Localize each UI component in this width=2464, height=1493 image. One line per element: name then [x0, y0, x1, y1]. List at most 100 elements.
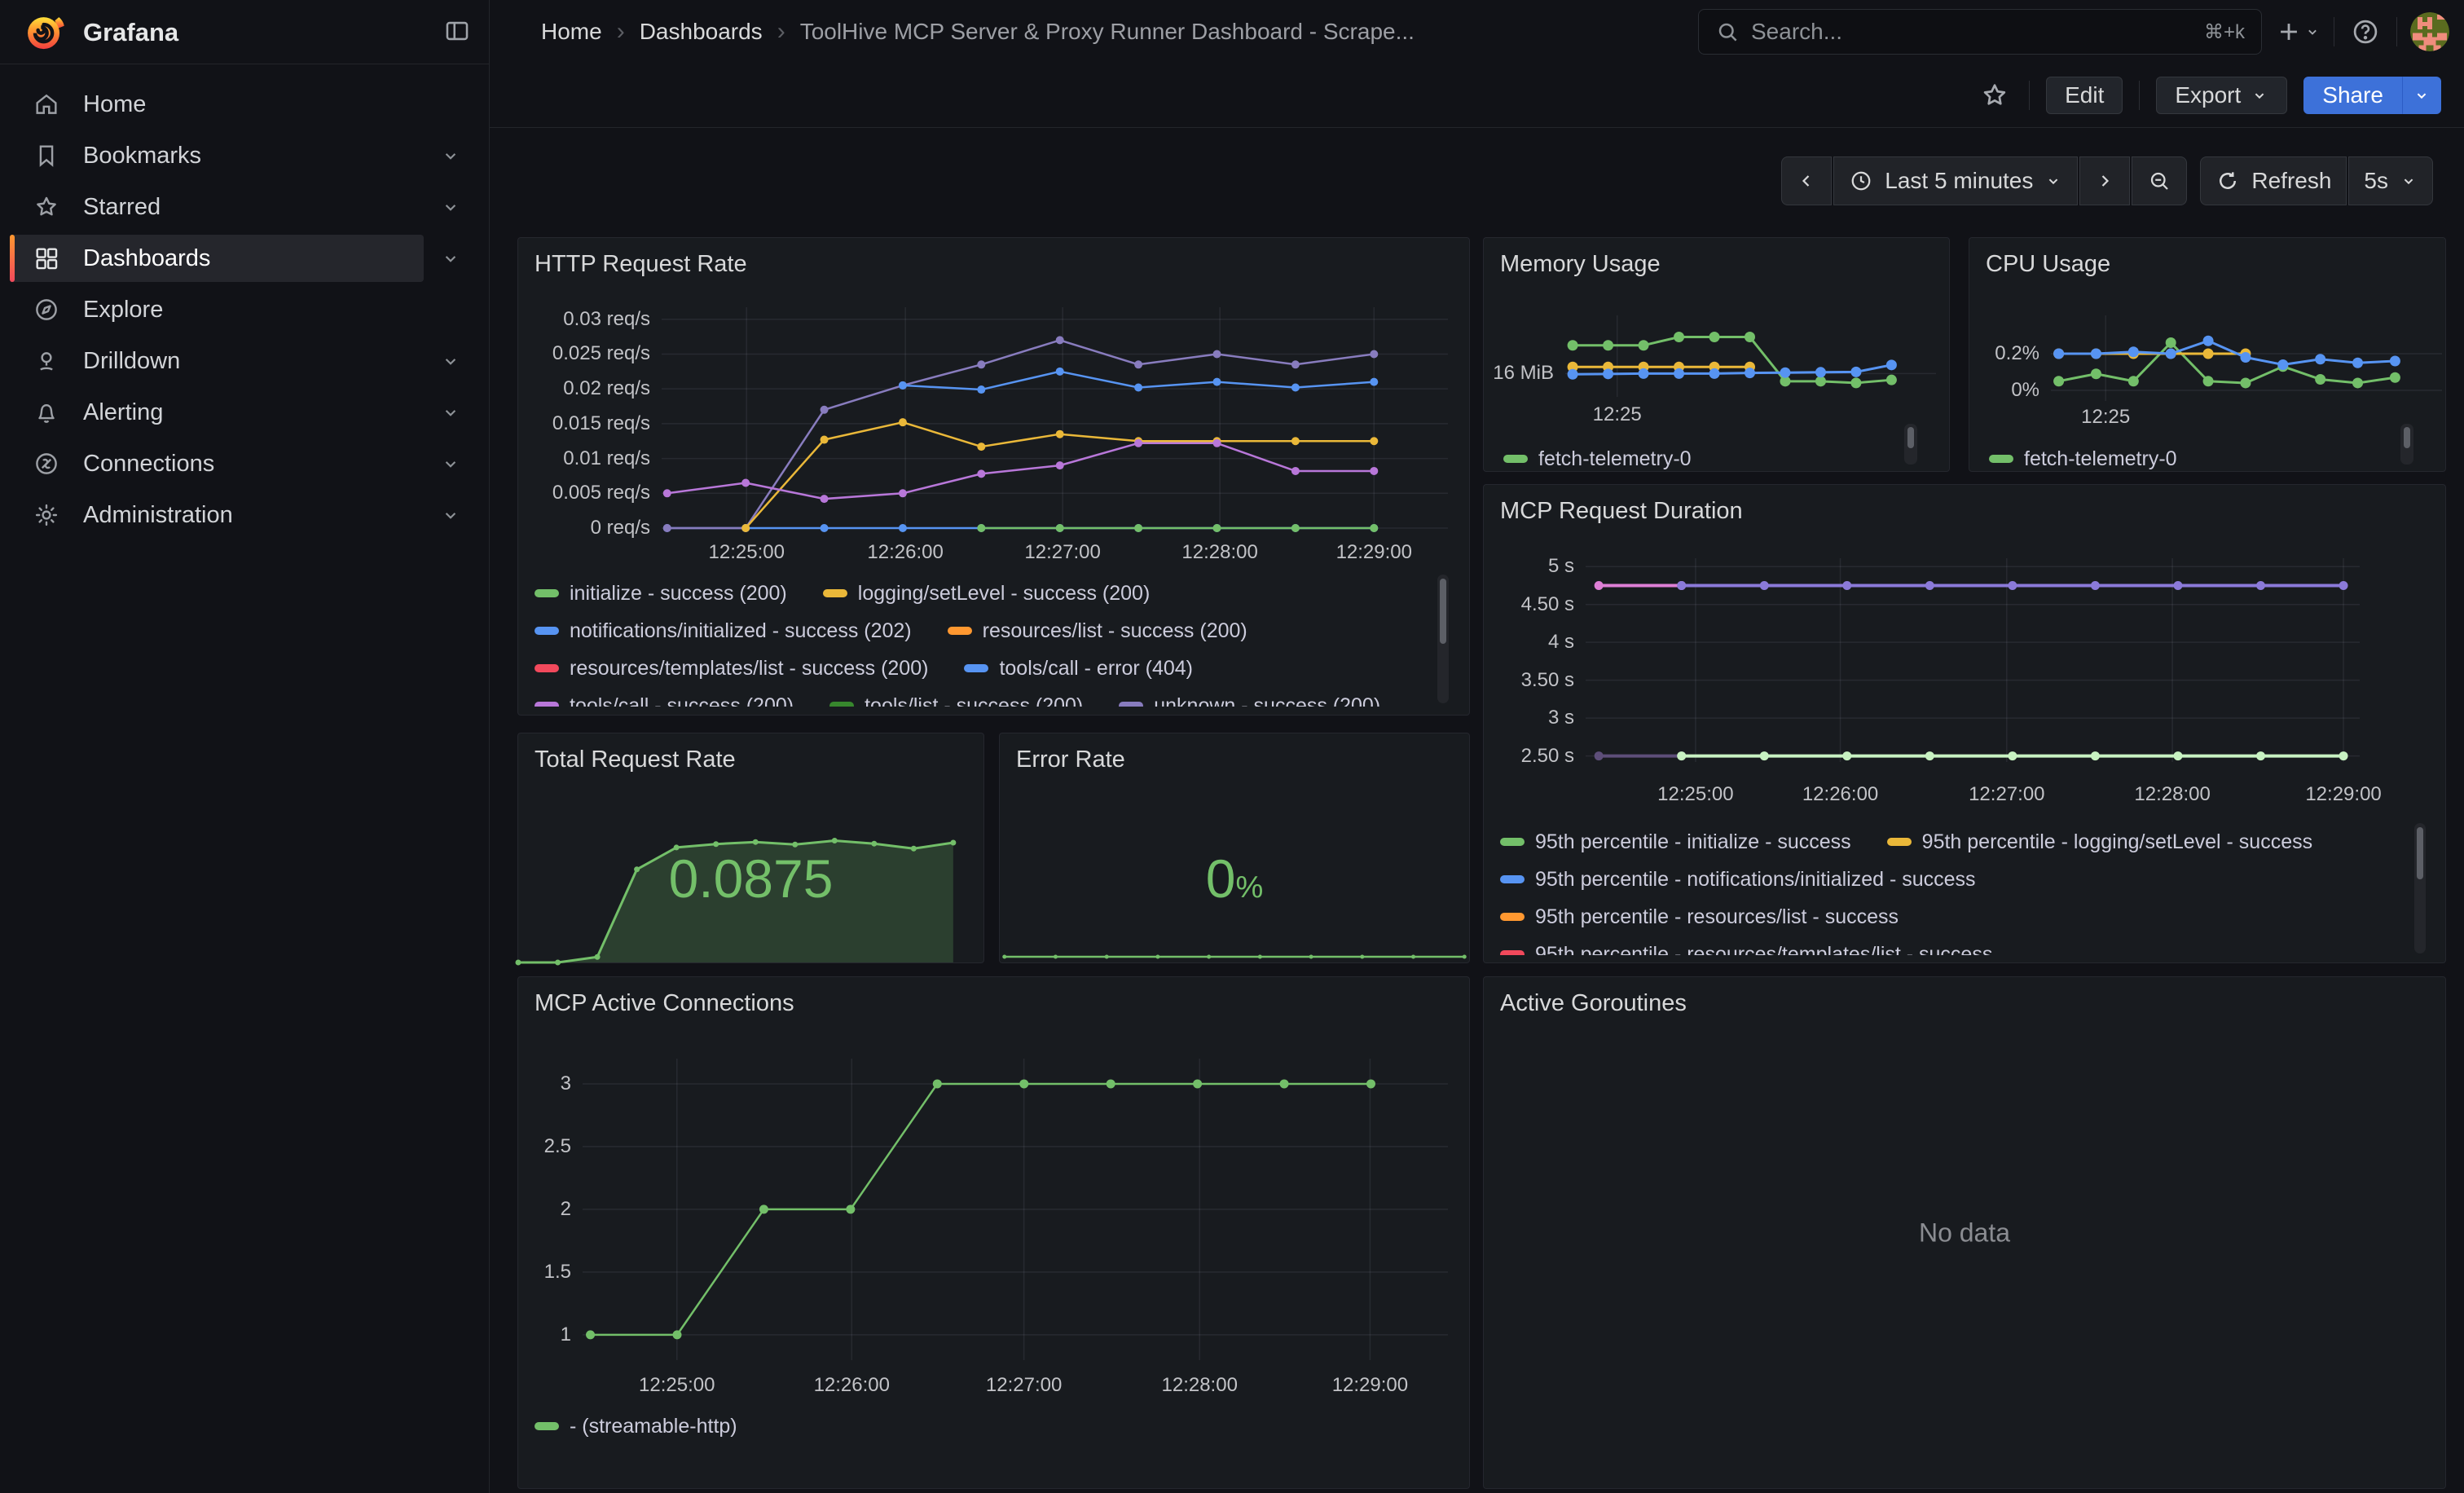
sidebar-item-connections[interactable]: Connections	[10, 440, 424, 487]
time-forward-button[interactable]	[2079, 156, 2130, 205]
share-dropdown-button[interactable]	[2402, 77, 2441, 114]
refresh-button[interactable]: Refresh	[2200, 156, 2347, 205]
legend-item[interactable]: 95th percentile - resources/templates/li…	[1500, 943, 1992, 956]
refresh-interval-dropdown[interactable]: 5s	[2348, 156, 2433, 205]
legend-item[interactable]: tools/call - error (404)	[964, 657, 1193, 680]
breadcrumb-separator-icon: ›	[777, 18, 785, 46]
sidebar-item-administration[interactable]: Administration	[10, 491, 424, 539]
legend-item[interactable]: 95th percentile - resources/list - succe…	[1500, 905, 1899, 929]
breadcrumb-home[interactable]: Home	[541, 19, 602, 45]
avatar[interactable]	[2410, 12, 2449, 51]
y-axis-tick: 5 s	[1484, 555, 1574, 578]
sidebar-item-label: Bookmarks	[83, 143, 201, 170]
grafana-logo-icon[interactable]	[24, 11, 67, 53]
legend-item[interactable]: resources/list - success (200)	[948, 619, 1247, 643]
new-dropdown-button[interactable]	[2275, 18, 2321, 46]
panel-title[interactable]: Active Goroutines	[1500, 990, 1687, 1017]
chevron-down-icon	[2413, 86, 2431, 104]
breadcrumb-dashboards[interactable]: Dashboards	[640, 19, 763, 45]
legend-label: notifications/initialized - success (202…	[570, 619, 912, 643]
panel-title[interactable]: MCP Request Duration	[1500, 498, 1743, 525]
sidebar-item-dashboards[interactable]: Dashboards	[10, 235, 424, 282]
legend-item[interactable]: 95th percentile - notifications/initiali…	[1500, 868, 1976, 892]
search-input[interactable]	[1751, 19, 2193, 45]
chevron-down-icon[interactable]	[440, 248, 461, 269]
edit-button-label: Edit	[2065, 82, 2104, 108]
legend-item[interactable]: initialize - success (200)	[535, 582, 787, 606]
http-request-rate-chart[interactable]: 0.03 req/s0.025 req/s0.02 req/s0.015 req…	[518, 238, 1469, 715]
export-button[interactable]: Export	[2156, 77, 2287, 114]
x-axis-tick: 12:25	[2081, 406, 2130, 429]
legend-item[interactable]: resources/templates/list - success (200)	[535, 657, 928, 680]
plus-icon	[2275, 18, 2303, 46]
y-axis-tick: 1	[518, 1323, 571, 1346]
panel-title[interactable]: Total Request Rate	[535, 746, 736, 773]
x-axis-tick: 12:27:00	[1969, 783, 2044, 806]
legend-item[interactable]: fetch-telemetry-0	[1989, 447, 2177, 471]
sidebar-item-drilldown[interactable]: Drilldown	[10, 337, 424, 385]
sidebar-item-starred[interactable]: Starred	[10, 183, 424, 231]
legend-item[interactable]: tools/list - success (200)	[829, 694, 1083, 707]
legend-scrollbar-thumb[interactable]	[2404, 427, 2410, 448]
legend-item[interactable]: 95th percentile - logging/setLevel - suc…	[1887, 830, 2312, 854]
legend-scrollbar-thumb[interactable]	[1907, 427, 1914, 448]
chart-canvas[interactable]	[1586, 558, 2360, 762]
chart-canvas[interactable]	[1565, 315, 1936, 397]
x-axis-tick: 12:26:00	[814, 1374, 890, 1397]
search-box[interactable]: ⌘+k	[1698, 9, 2262, 55]
panel-title[interactable]: MCP Active Connections	[535, 990, 794, 1017]
mcp-active-connections-chart[interactable]: 32.521.5112:25:0012:26:0012:27:0012:28:0…	[518, 977, 1469, 1488]
sidebar-item-label: Dashboards	[83, 245, 210, 272]
chevron-down-icon[interactable]	[440, 504, 461, 526]
chart-canvas[interactable]	[1000, 947, 1469, 957]
favorite-star-icon[interactable]	[1977, 77, 2013, 113]
refresh-icon	[2215, 169, 2240, 193]
top-navigation-bar: Grafana Home › Dashboards › ToolHive MCP…	[0, 0, 2464, 64]
legend-item[interactable]: notifications/initialized - success (202…	[535, 619, 912, 643]
legend-swatch-icon	[535, 702, 559, 707]
y-axis-tick: 0.01 req/s	[518, 447, 650, 470]
legend-label: initialize - success (200)	[570, 582, 787, 606]
brand-title: Grafana	[83, 18, 178, 47]
panel-title[interactable]: CPU Usage	[1986, 251, 2110, 278]
sidebar-item-alerting[interactable]: Alerting	[10, 389, 424, 436]
panel-title[interactable]: Error Rate	[1016, 746, 1125, 773]
sidebar-item-bookmarks[interactable]: Bookmarks	[10, 132, 424, 179]
chevron-down-icon	[2044, 172, 2062, 190]
chevron-down-icon[interactable]	[440, 402, 461, 423]
chart-canvas[interactable]	[583, 1059, 1448, 1360]
time-range-picker[interactable]: Last 5 minutes	[1833, 156, 2078, 205]
panel-title[interactable]: Memory Usage	[1500, 251, 1661, 278]
sidebar-item-home[interactable]: Home	[10, 81, 424, 128]
share-button-group: Share	[2303, 77, 2441, 114]
legend-scrollbar-thumb[interactable]	[1440, 579, 1446, 644]
legend-item[interactable]: fetch-telemetry-0	[1503, 447, 1692, 471]
legend-label: resources/list - success (200)	[983, 619, 1247, 643]
chevron-down-icon[interactable]	[440, 350, 461, 372]
legend-item[interactable]: unknown - success (200)	[1119, 694, 1380, 707]
time-back-button[interactable]	[1781, 156, 1832, 205]
sidebar-item-explore[interactable]: Explore	[10, 286, 424, 333]
legend-item[interactable]: 95th percentile - initialize - success	[1500, 830, 1851, 854]
search-shortcut: ⌘+k	[2204, 20, 2245, 44]
stat-value: 0.0875	[518, 848, 983, 909]
legend-item[interactable]: tools/call - success (200)	[535, 694, 794, 707]
chart-legend: - (streamable-http)	[535, 1407, 1437, 1448]
legend-scrollbar-thumb[interactable]	[2417, 827, 2423, 879]
sidebar-collapse-icon[interactable]	[443, 17, 474, 48]
mcp-request-duration-chart[interactable]: 5 s4.50 s4 s3.50 s3 s2.50 s12:25:0012:26…	[1484, 485, 2445, 962]
help-icon[interactable]	[2347, 14, 2383, 50]
share-button[interactable]: Share	[2303, 77, 2402, 114]
legend-item[interactable]: - (streamable-http)	[535, 1415, 737, 1438]
chevron-down-icon[interactable]	[440, 145, 461, 166]
panel-title[interactable]: HTTP Request Rate	[535, 251, 747, 278]
edit-button[interactable]: Edit	[2046, 77, 2123, 114]
chart-canvas[interactable]	[2051, 315, 2442, 401]
chart-canvas[interactable]	[662, 307, 1448, 528]
chevron-down-icon[interactable]	[440, 196, 461, 218]
legend-item[interactable]: logging/setLevel - success (200)	[823, 582, 1151, 606]
y-axis-tick: 2.5	[518, 1135, 571, 1158]
zoom-out-button[interactable]	[2132, 156, 2187, 205]
chevron-down-icon[interactable]	[440, 453, 461, 474]
refresh-interval-label: 5s	[2364, 168, 2388, 194]
